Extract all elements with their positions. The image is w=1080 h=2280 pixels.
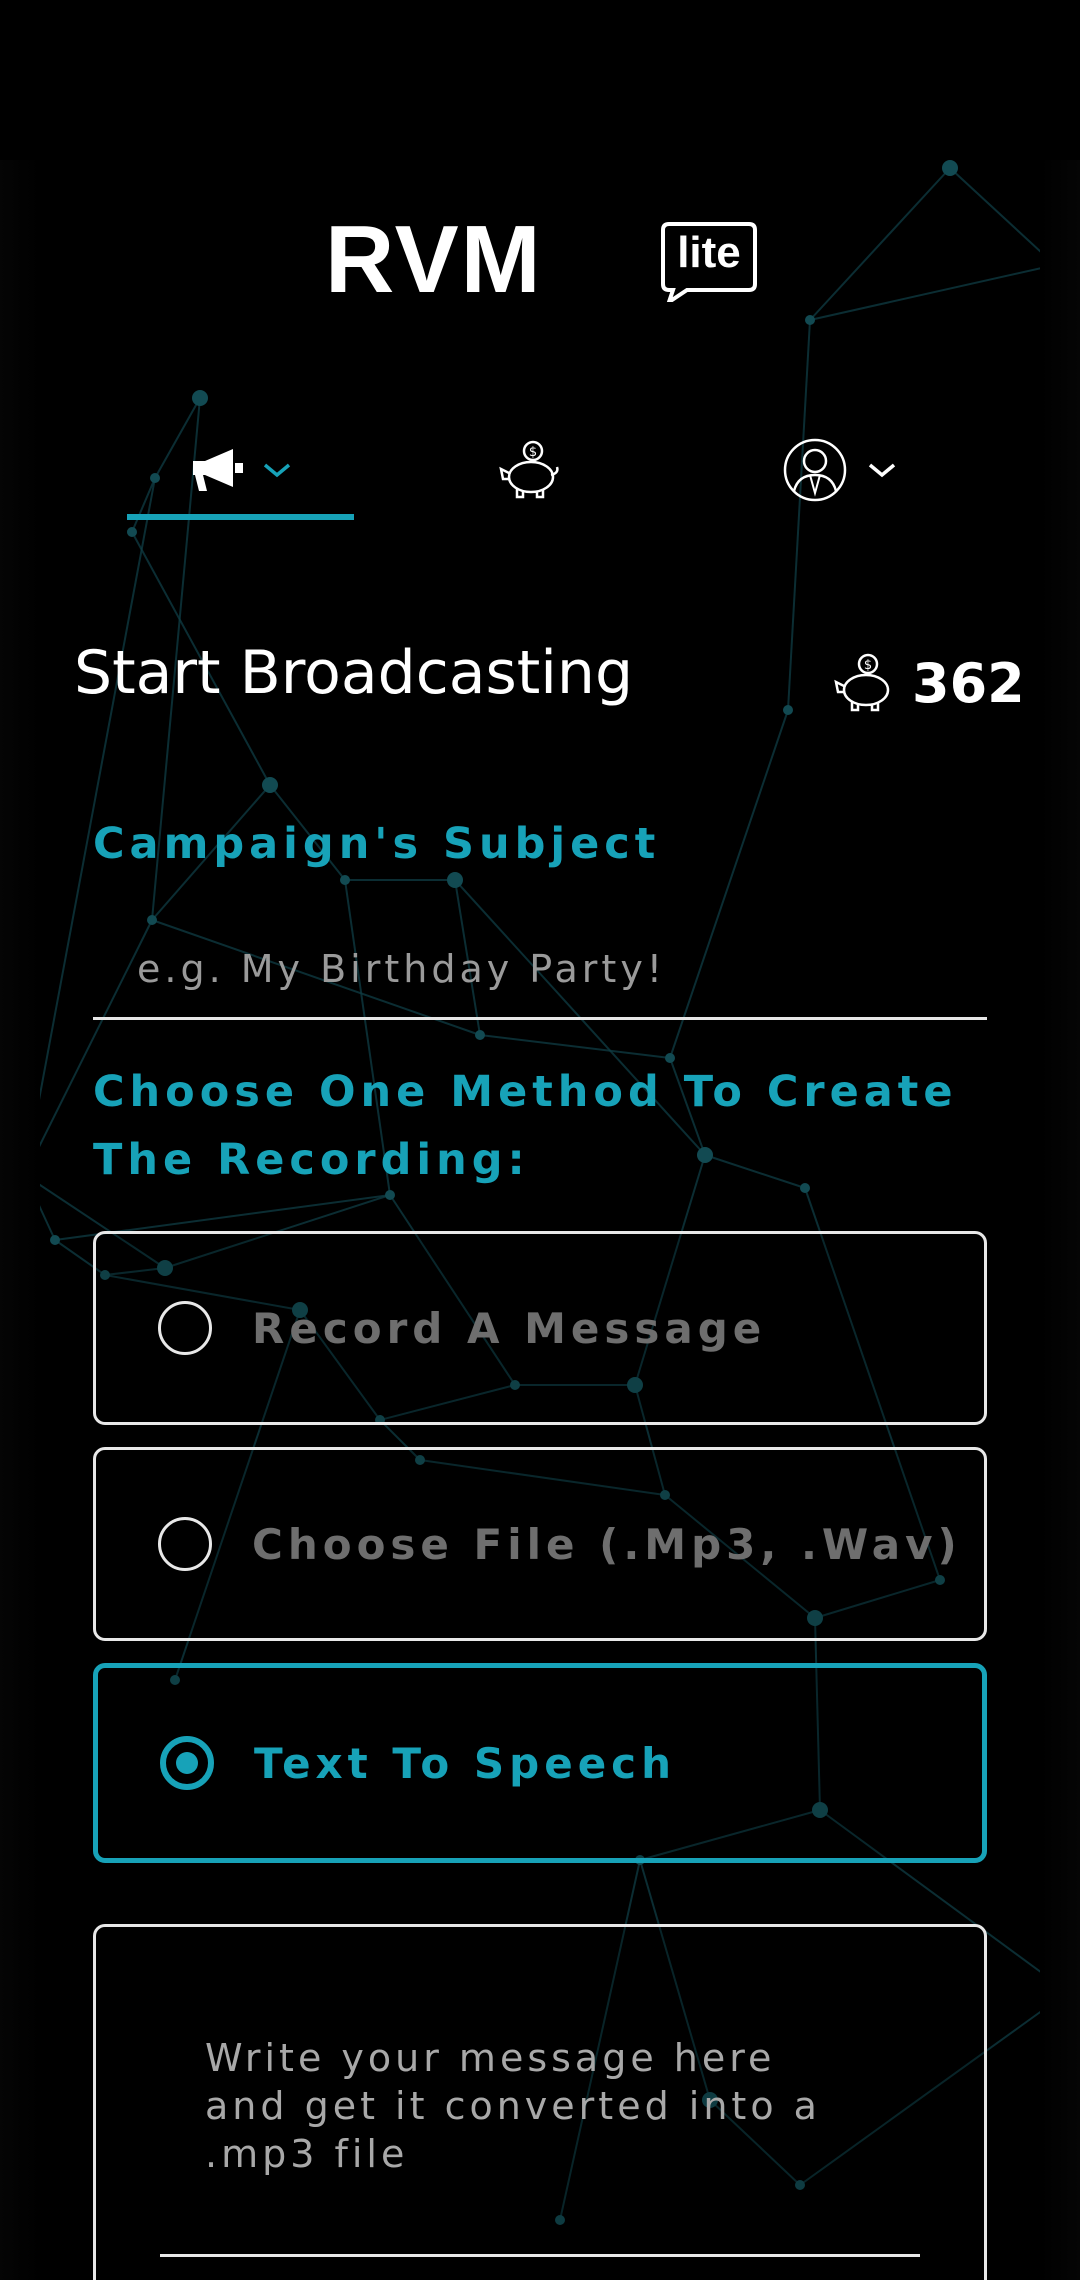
nav-item-credits[interactable]: $ xyxy=(470,420,590,520)
radio-record[interactable] xyxy=(158,1301,212,1355)
network-node xyxy=(783,705,793,715)
option-label-file: Choose File (.Mp3, .Wav) xyxy=(252,1519,962,1569)
megaphone-icon xyxy=(192,449,243,491)
chevron-down-icon xyxy=(263,463,290,478)
method-option-tts[interactable]: Text To Speech xyxy=(93,1663,987,1863)
network-node xyxy=(475,1030,485,1040)
method-label: Choose One Method To Create The Recordin… xyxy=(93,1067,958,1185)
network-edge xyxy=(809,264,1056,321)
subject-input[interactable] xyxy=(93,920,987,1020)
network-node xyxy=(942,160,958,176)
app-logo: RVM lite xyxy=(325,206,760,313)
network-node xyxy=(805,315,815,325)
radio-tts[interactable] xyxy=(160,1736,214,1790)
app-root: RVM lite $ Start Broadcasting $ 362 Camp… xyxy=(0,0,1080,2280)
network-edge xyxy=(479,1034,671,1059)
logo-badge: lite xyxy=(661,222,757,307)
piggy-bank-icon: $ xyxy=(499,440,559,499)
method-option-file[interactable]: Choose File (.Mp3, .Wav) xyxy=(93,1447,987,1641)
network-edge xyxy=(809,167,951,321)
balance-value: 362 xyxy=(912,651,1025,715)
credit-balance[interactable]: $ 362 xyxy=(832,648,1025,718)
nav-item-account[interactable] xyxy=(760,420,920,520)
network-node xyxy=(262,777,278,793)
top-nav: $ xyxy=(0,420,1080,520)
svg-text:$: $ xyxy=(529,445,537,460)
radio-file[interactable] xyxy=(158,1517,212,1571)
tts-message-input[interactable] xyxy=(110,2020,850,2220)
subject-label: Campaign's Subject xyxy=(93,819,661,869)
piggy-bank-icon: $ xyxy=(834,653,890,712)
option-label-tts: Text To Speech xyxy=(254,1738,676,1788)
nav-active-underline xyxy=(127,514,354,520)
chevron-down-icon xyxy=(868,463,896,478)
option-label-record: Record A Message xyxy=(252,1303,767,1353)
method-option-record[interactable]: Record A Message xyxy=(93,1231,987,1425)
network-node xyxy=(192,390,208,406)
svg-text:$: $ xyxy=(864,658,872,673)
page-title: Start Broadcasting xyxy=(74,638,634,708)
network-node xyxy=(50,1235,60,1245)
logo-text: RVM xyxy=(325,206,543,313)
network-node xyxy=(127,527,137,537)
nav-item-campaign[interactable] xyxy=(127,420,354,520)
tts-underline xyxy=(160,2254,920,2257)
user-avatar-icon xyxy=(783,438,847,502)
logo-badge-text: lite xyxy=(677,228,741,277)
